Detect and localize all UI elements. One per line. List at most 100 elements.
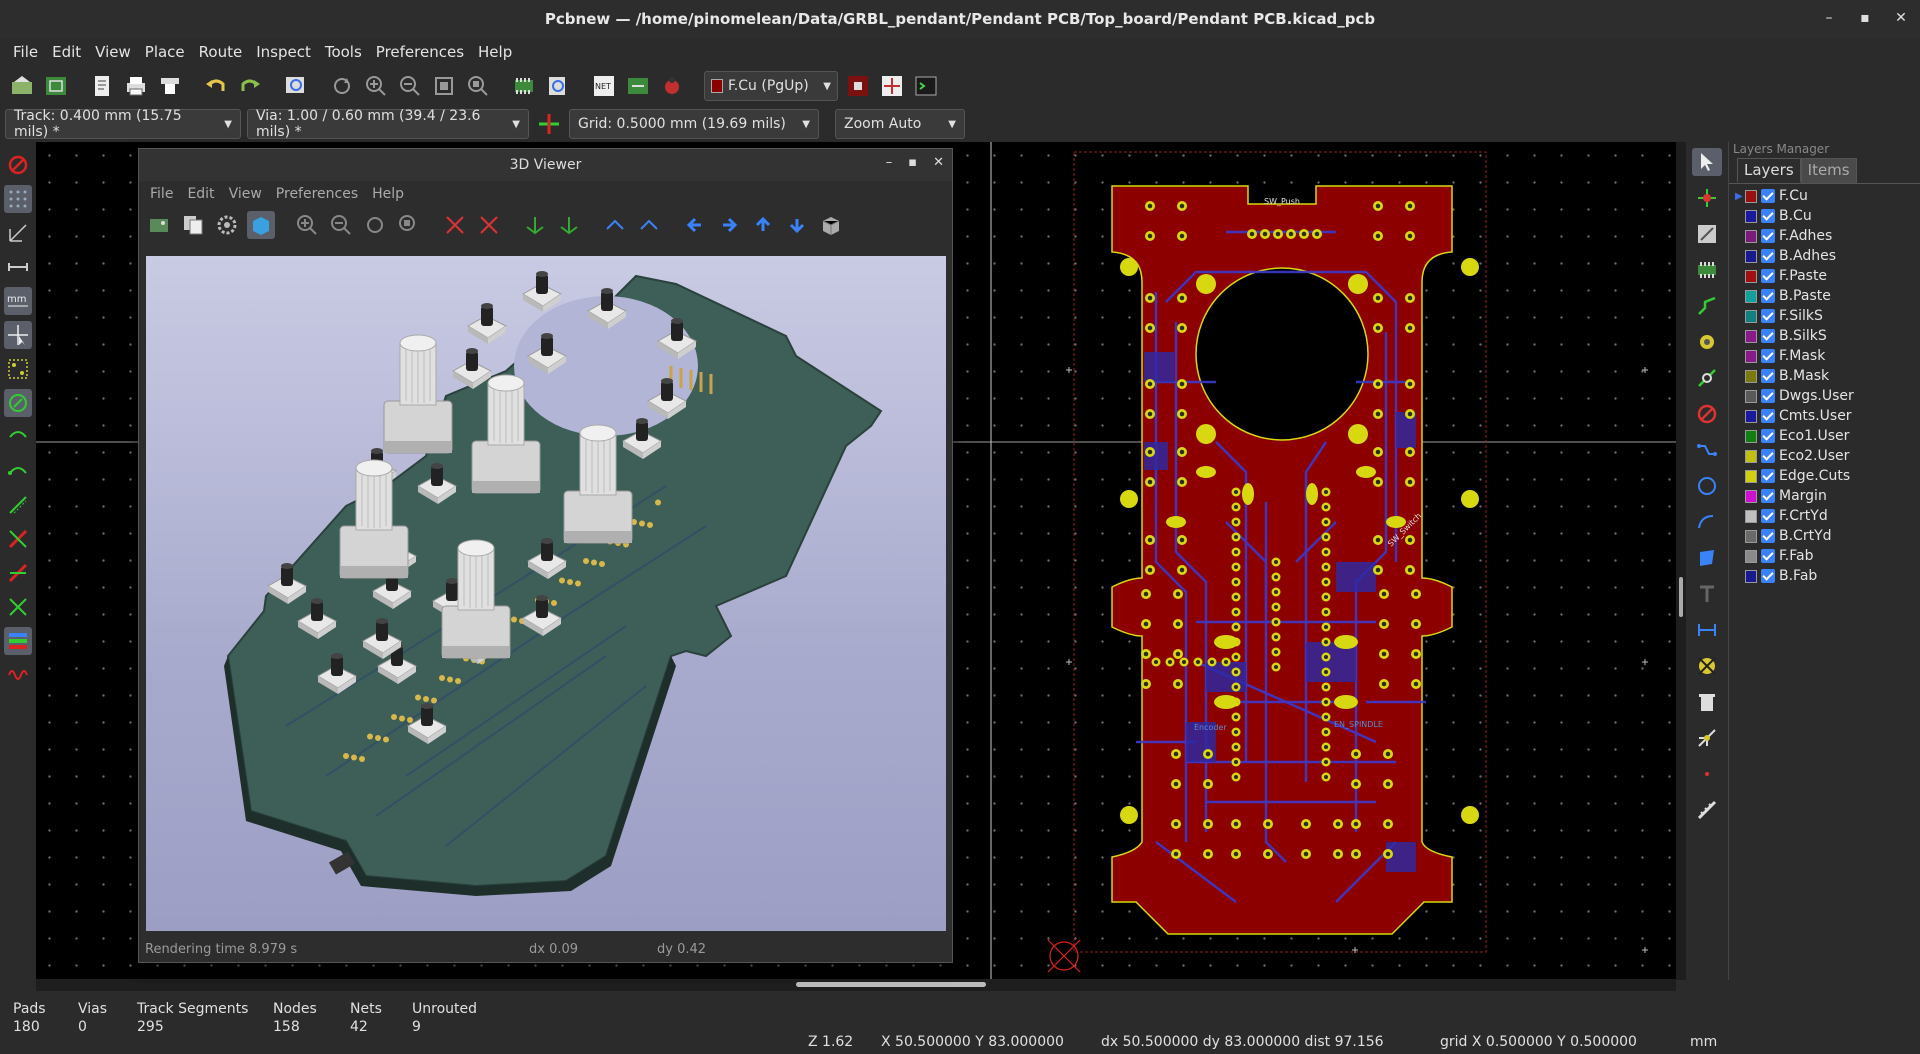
redraw-icon[interactable] — [328, 72, 356, 100]
menu-help[interactable]: Help — [471, 43, 519, 61]
microwave-icon[interactable] — [4, 661, 32, 689]
scrollbar-thumb[interactable] — [1679, 577, 1683, 617]
layer-visibility-checkbox[interactable] — [1761, 549, 1775, 563]
keepout-icon[interactable] — [1692, 400, 1722, 428]
layer-row[interactable]: Edge.Cuts — [1735, 466, 1920, 486]
maximize-icon[interactable]: ▪ — [1856, 8, 1874, 28]
zone-outline-icon[interactable] — [4, 559, 32, 587]
find-icon[interactable] — [282, 72, 310, 100]
layer-row[interactable]: B.Adhes — [1735, 246, 1920, 266]
menu-edit[interactable]: Edit — [45, 43, 88, 61]
rotate-y-ccw-icon[interactable] — [555, 211, 583, 239]
layer-color-swatch[interactable] — [1745, 409, 1757, 423]
layer-visibility-checkbox[interactable] — [1761, 469, 1775, 483]
mm-icon[interactable]: mm — [4, 287, 32, 315]
layer-visibility-checkbox[interactable] — [1761, 529, 1775, 543]
layer-row[interactable]: F.Fab — [1735, 546, 1920, 566]
layer-color-swatch[interactable] — [1745, 489, 1757, 503]
scripting-icon[interactable] — [658, 72, 686, 100]
move-left-icon[interactable] — [681, 211, 709, 239]
rotate-z-ccw-icon[interactable] — [635, 211, 663, 239]
add-arc-icon[interactable] — [1692, 508, 1722, 536]
menu-route[interactable]: Route — [192, 43, 250, 61]
netlist-icon[interactable]: NET — [590, 72, 618, 100]
rotate-z-cw-icon[interactable] — [601, 211, 629, 239]
maximize-icon[interactable]: ▪ — [908, 155, 917, 170]
zoom-fit-icon[interactable] — [395, 211, 423, 239]
viewer-menu-preferences[interactable]: Preferences — [269, 186, 365, 202]
footprint-editor-icon[interactable] — [510, 72, 538, 100]
move-up-icon[interactable] — [749, 211, 777, 239]
layer-row[interactable]: ▶ F.Cu — [1735, 186, 1920, 206]
grid-select[interactable]: Grid: 0.5000 mm (19.69 mils) ▼ — [569, 109, 819, 139]
layer-visibility-checkbox[interactable] — [1761, 369, 1775, 383]
layer-color-swatch[interactable] — [1745, 249, 1757, 263]
ratsnest-global-icon[interactable] — [4, 457, 32, 485]
layer-color-swatch[interactable] — [1745, 289, 1757, 303]
layer-color-swatch[interactable] — [1745, 529, 1757, 543]
zoom-selection-icon[interactable] — [464, 72, 492, 100]
layer-select[interactable]: F.Cu (PgUp) ▼ — [704, 71, 838, 101]
cursor-shape-icon[interactable] — [4, 321, 32, 349]
viewer-menu-help[interactable]: Help — [365, 186, 411, 202]
pcb-board-icon[interactable] — [42, 72, 70, 100]
layer-visibility-checkbox[interactable] — [1761, 429, 1775, 443]
layer-color-swatch[interactable] — [1745, 569, 1757, 583]
layer-row[interactable]: F.Adhes — [1735, 226, 1920, 246]
ratsnest-icon[interactable] — [4, 389, 32, 417]
rotate-x-cw-icon[interactable] — [441, 211, 469, 239]
layer-visibility-checkbox[interactable] — [1761, 209, 1775, 223]
raytracing-icon[interactable] — [247, 211, 275, 239]
layer-visibility-checkbox[interactable] — [1761, 349, 1775, 363]
layer-visibility-checkbox[interactable] — [1761, 389, 1775, 403]
vertical-scrollbar[interactable] — [1676, 142, 1686, 980]
tracks-sketch-icon[interactable] — [4, 491, 32, 519]
footprint-browser-icon[interactable] — [544, 72, 572, 100]
high-contrast-icon[interactable] — [4, 627, 32, 655]
layer-color-swatch[interactable] — [1745, 369, 1757, 383]
undo-icon[interactable] — [202, 72, 230, 100]
viewer-menu-view[interactable]: View — [222, 186, 269, 202]
layer-row[interactable]: Eco2.User — [1735, 446, 1920, 466]
move-down-icon[interactable] — [783, 211, 811, 239]
menu-view[interactable]: View — [88, 43, 138, 61]
net-ratsnest-icon[interactable] — [4, 423, 32, 451]
add-circle-icon[interactable] — [1692, 472, 1722, 500]
layer-row[interactable]: B.Paste — [1735, 286, 1920, 306]
drc-off-icon[interactable] — [4, 151, 32, 179]
plot-icon[interactable] — [156, 72, 184, 100]
layer-visibility-checkbox[interactable] — [1761, 489, 1775, 503]
zone-fill-icon[interactable] — [4, 525, 32, 553]
layer-color-swatch[interactable] — [1745, 549, 1757, 563]
scrollbar-thumb[interactable] — [796, 982, 986, 987]
tab-items[interactable]: Items — [1800, 158, 1857, 183]
measure-icon[interactable] — [1692, 796, 1722, 824]
layer-visibility-checkbox[interactable] — [1761, 269, 1775, 283]
layer-row[interactable]: B.CrtYd — [1735, 526, 1920, 546]
3d-render-view[interactable] — [146, 256, 946, 931]
track-width-select[interactable]: Track: 0.400 mm (15.75 mils) * ▼ — [5, 108, 241, 140]
move-right-icon[interactable] — [715, 211, 743, 239]
menu-place[interactable]: Place — [138, 43, 192, 61]
grid-icon[interactable] — [4, 185, 32, 213]
layer-row[interactable]: F.Mask — [1735, 346, 1920, 366]
close-icon[interactable]: ✕ — [933, 155, 944, 170]
layer-color-swatch[interactable] — [1745, 509, 1757, 523]
pads-sketch-icon[interactable] — [4, 355, 32, 383]
redraw-icon[interactable] — [361, 211, 389, 239]
add-via-icon[interactable] — [1692, 328, 1722, 356]
layer-visibility-checkbox[interactable] — [1761, 409, 1775, 423]
layer-visibility-checkbox[interactable] — [1761, 309, 1775, 323]
layer-color-swatch[interactable] — [1745, 469, 1757, 483]
page-settings-icon[interactable] — [88, 72, 116, 100]
layer-visibility-checkbox[interactable] — [1761, 249, 1775, 263]
close-icon[interactable]: ✕ — [1892, 8, 1910, 28]
add-polygon-icon[interactable] — [1692, 544, 1722, 572]
layer-visibility-checkbox[interactable] — [1761, 229, 1775, 243]
layer-visibility-checkbox[interactable] — [1761, 329, 1775, 343]
layer-visibility-checkbox[interactable] — [1761, 509, 1775, 523]
python-console-icon[interactable] — [912, 72, 940, 100]
layer-row[interactable]: Margin — [1735, 486, 1920, 506]
zoom-in-icon[interactable] — [362, 72, 390, 100]
print-icon[interactable] — [122, 72, 150, 100]
